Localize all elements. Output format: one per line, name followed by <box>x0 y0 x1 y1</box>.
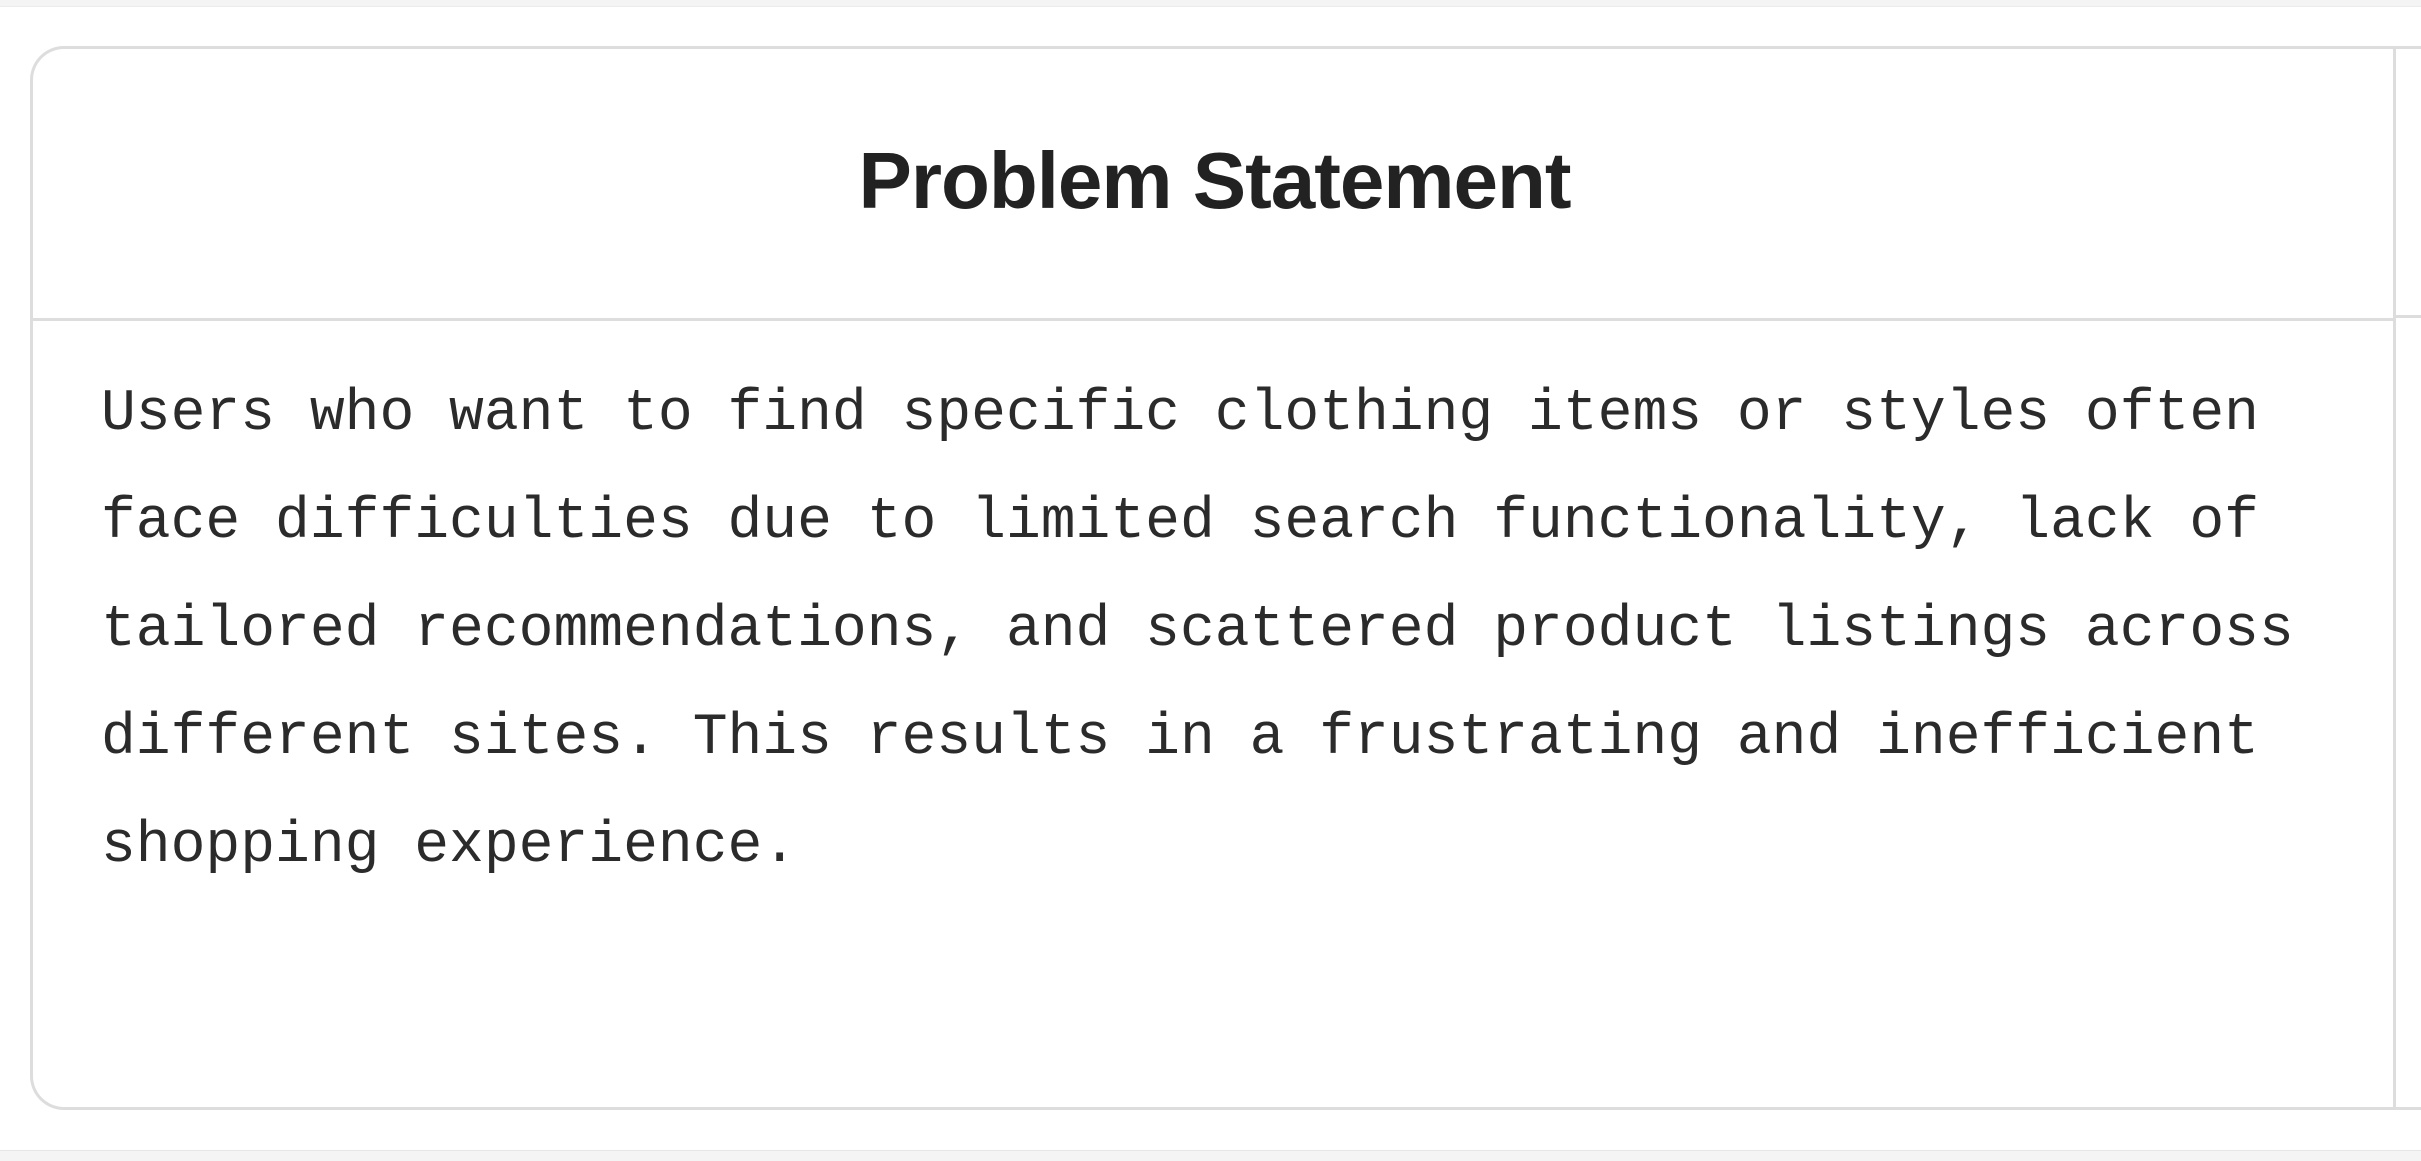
adjacent-card-divider <box>2393 46 2396 1110</box>
card-body: Users who want to find specific clothing… <box>33 321 2396 1107</box>
problem-statement-text: Users who want to find specific clothing… <box>101 382 2294 879</box>
card-header: Problem Statement <box>33 49 2396 321</box>
problem-statement-card: Problem Statement Users who want to find… <box>30 46 2421 1110</box>
card-title: Problem Statement <box>858 135 1571 225</box>
adjacent-card-header-edge <box>2396 46 2421 318</box>
top-strip <box>0 0 2421 7</box>
page-canvas: Problem Statement Users who want to find… <box>0 0 2421 1161</box>
bottom-strip <box>0 1150 2421 1161</box>
